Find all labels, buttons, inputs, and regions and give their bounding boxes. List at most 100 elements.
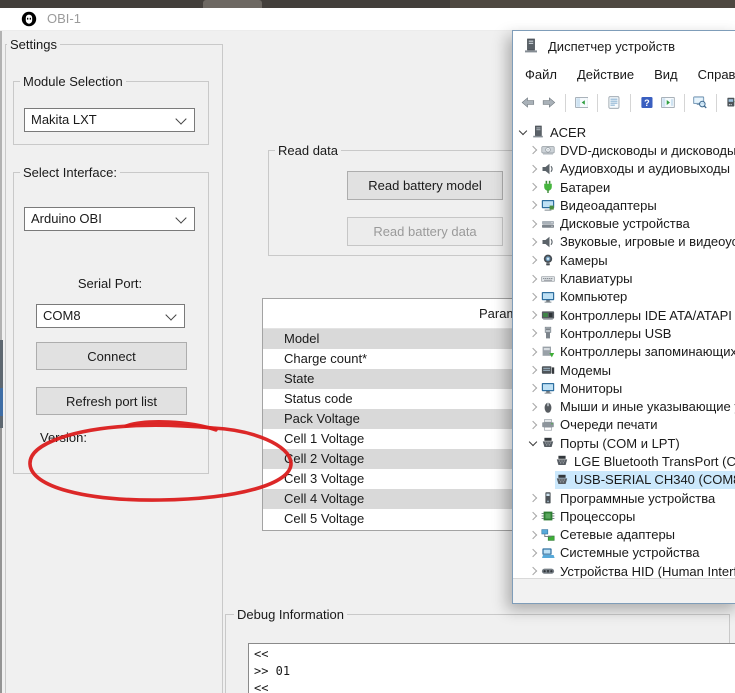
menu-item[interactable]: Справка [698,67,735,82]
device-tree-item-selected[interactable]: USB-SERIAL CH340 (COM8) [513,471,735,489]
table-row[interactable]: Pack Voltage [263,409,529,429]
mouse-icon [541,400,555,414]
refresh-port-list-button[interactable]: Refresh port list [36,387,187,415]
chevron-collapsed-icon[interactable] [527,565,539,577]
menu-item[interactable]: Файл [525,67,557,82]
interface-select-value: Arduino OBI [31,211,102,226]
table-row[interactable]: Cell 1 Voltage [263,429,529,449]
back-icon[interactable] [521,94,535,111]
computer-root-icon [531,125,545,139]
serial-port-dropdown[interactable]: COM8 [36,304,185,328]
settings-group-label: Settings [7,37,60,52]
background-window-strip-right [450,0,735,8]
chevron-collapsed-icon[interactable] [527,419,539,431]
properties-icon[interactable] [607,94,621,111]
chevron-collapsed-icon[interactable] [527,309,539,321]
device-tree-item[interactable]: Клавиатуры [513,269,735,287]
chevron-expanded-icon[interactable] [527,437,539,449]
chevron-collapsed-icon[interactable] [527,547,539,559]
read-battery-data-button-disabled: Read battery data [347,217,503,246]
device-tree-item-label: USB-SERIAL CH340 (COM8) [574,472,735,487]
port-icon [541,436,555,450]
device-tree-item[interactable]: Контроллеры USB [513,324,735,342]
table-row[interactable]: Cell 5 Voltage [263,509,529,529]
update-driver-icon[interactable] [726,94,735,111]
device-manager-title: Диспетчер устройств [548,39,675,54]
module-select-dropdown[interactable]: Makita LXT [24,108,195,132]
chevron-collapsed-icon[interactable] [527,144,539,156]
device-tree-item[interactable]: Сетевые адаптеры [513,526,735,544]
table-row[interactable]: Charge count* [263,349,529,369]
chevron-expanded-icon[interactable] [517,126,529,138]
chevron-collapsed-icon[interactable] [527,401,539,413]
connect-button[interactable]: Connect [36,342,187,370]
device-tree-item[interactable]: Программные устройства [513,489,735,507]
device-tree-item-label: Аудиовходы и аудиовыходы [560,161,730,176]
scan-icon[interactable] [693,94,707,111]
menu-item[interactable]: Вид [654,67,678,82]
camera-icon [541,253,555,267]
table-row[interactable]: Model [263,329,529,349]
device-tree-item[interactable]: Мониторы [513,379,735,397]
table-row[interactable]: State [263,369,529,389]
device-tree-item-label: Дисковые устройства [560,216,690,231]
chevron-collapsed-icon[interactable] [527,364,539,376]
device-tree-item[interactable]: Дисковые устройства [513,214,735,232]
help-icon[interactable]: ? [640,94,654,111]
table-row[interactable]: Cell 3 Voltage [263,469,529,489]
device-tree-item[interactable]: Мыши и иные указывающие устройства [513,397,735,415]
chevron-collapsed-icon[interactable] [527,254,539,266]
computer-icon [541,290,555,304]
device-tree-item[interactable]: Порты (COM и LPT) [513,434,735,452]
chevron-collapsed-icon[interactable] [527,199,539,211]
forward-icon[interactable] [542,94,556,111]
chevron-collapsed-icon[interactable] [527,327,539,339]
table-row[interactable]: Cell 2 Voltage [263,449,529,469]
device-tree-item[interactable]: Компьютер [513,288,735,306]
show-window-icon[interactable] [661,94,675,111]
device-tree-item[interactable]: Системные устройства [513,544,735,562]
table-row[interactable]: Cell 4 Voltage [263,489,529,509]
background-window-tab [203,0,262,8]
chevron-collapsed-icon[interactable] [527,163,539,175]
chevron-collapsed-icon[interactable] [527,218,539,230]
toolbar-separator [630,94,631,112]
show-tree-icon[interactable] [575,94,589,111]
device-tree-item[interactable]: Модемы [513,361,735,379]
debug-information-label: Debug Information [234,607,347,622]
device-tree-item-label: Контроллеры USB [560,326,671,341]
chevron-collapsed-icon[interactable] [527,529,539,541]
menu-item[interactable]: Действие [577,67,634,82]
debug-line: >> 01 [254,663,733,680]
device-tree-item[interactable]: Контроллеры запоминающих устройств [513,343,735,361]
parameter-table-header: Parameter [263,299,529,329]
chevron-collapsed-icon[interactable] [527,492,539,504]
chevron-collapsed-icon[interactable] [527,346,539,358]
device-manager-toolbar: ? [513,87,735,119]
device-tree-item[interactable]: Очереди печати [513,416,735,434]
device-tree-item[interactable]: Аудиовходы и аудиовыходы [513,160,735,178]
chevron-collapsed-icon[interactable] [527,273,539,285]
port-icon [555,454,569,468]
chevron-collapsed-icon[interactable] [527,181,539,193]
device-tree-item[interactable]: Звуковые, игровые и видеоустройства [513,233,735,251]
chevron-collapsed-icon[interactable] [527,236,539,248]
device-tree-item[interactable]: Камеры [513,251,735,269]
device-tree-item[interactable]: DVD-дисководы и дисководы компакт-дисков [513,141,735,159]
read-battery-model-button[interactable]: Read battery model [347,171,503,200]
chevron-collapsed-icon[interactable] [527,291,539,303]
chevron-collapsed-icon[interactable] [527,510,539,522]
device-tree-item[interactable]: Батареи [513,178,735,196]
device-tree-item[interactable]: Процессоры [513,507,735,525]
device-tree-item[interactable]: LGE Bluetooth TransPort (COM5) [513,452,735,470]
interface-select-dropdown[interactable]: Arduino OBI [24,207,195,231]
device-tree-item[interactable]: Контроллеры IDE ATA/ATAPI [513,306,735,324]
device-tree-item[interactable]: Видеоадаптеры [513,196,735,214]
device-tree-item-label: Звуковые, игровые и видеоустройства [560,234,735,249]
device-tree-item[interactable]: ACER [513,123,735,141]
chevron-collapsed-icon[interactable] [527,382,539,394]
debug-console[interactable]: <<>> 01<< [248,643,735,693]
table-row[interactable]: Status code [263,389,529,409]
network-adapter-icon [541,528,555,542]
device-manager-titlebar[interactable]: Диспетчер устройств [513,31,735,61]
